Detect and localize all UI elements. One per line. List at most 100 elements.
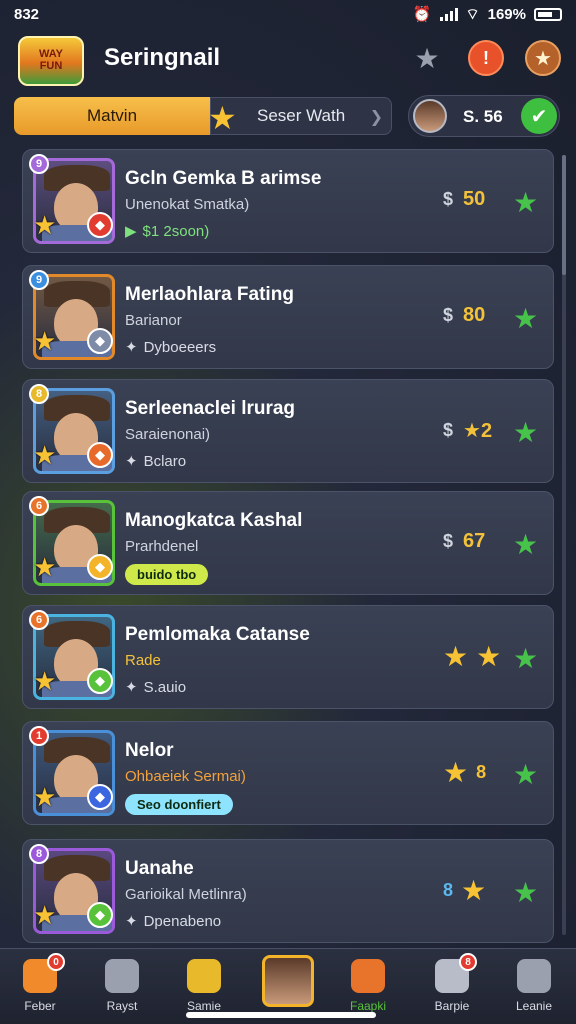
nav-item-feber[interactable]: 0 Feber xyxy=(8,953,72,1013)
favorite-star-icon[interactable]: ★ xyxy=(513,642,538,675)
sparkle-icon: ✦ xyxy=(125,339,138,356)
character-tag: buido tbo xyxy=(125,564,209,585)
status-bar: 832 ⏰ ⌔ 169% xyxy=(0,0,576,28)
currency-panel[interactable]: S. 56 ✔ xyxy=(408,95,560,137)
character-tag: Seo doonfiert xyxy=(125,794,233,815)
character-subtitle: Prarhdenel xyxy=(125,538,199,555)
home-indicator[interactable] xyxy=(186,1012,376,1018)
currency-amount: S. 56 xyxy=(463,107,503,126)
favorite-star-icon[interactable]: ★ xyxy=(513,302,538,335)
signal-icon xyxy=(439,7,458,21)
star-icon: ★ xyxy=(443,757,469,788)
price-currency: $ xyxy=(443,305,454,325)
add-currency-button[interactable]: ✔ xyxy=(521,98,557,134)
alert-icon[interactable]: ! xyxy=(468,40,504,76)
tab-matvin[interactable]: Matvin xyxy=(14,97,210,135)
rating-stars: ★ ★ xyxy=(443,640,501,673)
list-item[interactable]: 6 ★ ◆ Manogkatca Kashal Prarhdenel buido tbo $… xyxy=(22,491,554,595)
tab-star-icon: ★ xyxy=(208,100,237,136)
rating-stars: ★ 8 xyxy=(443,756,486,789)
nav-item-leanie[interactable]: Leanie xyxy=(502,959,566,1013)
favorite-star-icon[interactable]: ★ xyxy=(513,528,538,561)
rank-badge: 9 xyxy=(29,270,49,290)
nav-item-barpie[interactable]: 8 Barpie xyxy=(420,953,484,1013)
list-item[interactable]: 8 ★ ◆ Serleenaclei lrurag Saraienonai) ✦ Bclar… xyxy=(22,379,554,483)
nav-item-rayst[interactable]: Rayst xyxy=(90,959,154,1013)
battery-icon xyxy=(534,7,562,21)
list-item[interactable]: 6 ★ ◆ Pemlomaka Catanse Rade ✦ S.auio ★ ★ ★ xyxy=(22,605,554,709)
character-tag: ✦ S.auio xyxy=(125,678,187,697)
character-name: Uanahe xyxy=(125,858,194,879)
rank-badge: 8 xyxy=(29,844,49,864)
sparkle-icon: ▶ xyxy=(125,223,137,240)
notification-badge: 8 xyxy=(459,953,477,971)
favorite-star-icon[interactable]: ★ xyxy=(513,416,538,449)
home-icon: 0 xyxy=(23,953,65,993)
character-subtitle: Garioikal Metlinra) xyxy=(125,886,247,903)
character-name: Merlaohlara Fating xyxy=(125,284,294,305)
price-currency: $ xyxy=(443,189,454,209)
list-item[interactable]: 1 ★ ◆ Nelor Ohbaeiek Sermai) Seo doonfiert ★ 8 ★ xyxy=(22,721,554,825)
price-currency: $ xyxy=(443,420,454,440)
nav-label: Leanie xyxy=(515,999,553,1013)
tab-seser-wath[interactable]: Seser Wath ❯ xyxy=(210,97,392,135)
scrollbar[interactable] xyxy=(562,155,566,935)
star-badge-icon[interactable]: ★ xyxy=(525,40,561,76)
gem-icon: ◆ xyxy=(87,554,113,580)
battery-percent: 169% xyxy=(487,5,526,23)
character-list[interactable]: 9 ★ ◆ Gcln Gemka B arimse Unenokat Smatka) ▶ $… xyxy=(10,145,566,945)
star-icon: ★ xyxy=(33,326,57,356)
price-value: 67 xyxy=(463,530,486,552)
page-title: Seringnail xyxy=(104,44,221,71)
rank-badge: 1 xyxy=(29,726,49,746)
price-value: 80 xyxy=(463,304,486,326)
tag-text: Bclaro xyxy=(143,452,187,470)
app-logo[interactable]: WAY FUN xyxy=(18,36,84,86)
rank-badge: 6 xyxy=(29,496,49,516)
tag-pill[interactable]: buido tbo xyxy=(125,564,209,585)
favorite-star-icon[interactable]: ★ xyxy=(513,186,538,219)
favorite-star-icon[interactable]: ★ xyxy=(513,758,538,791)
tag-text: S.auio xyxy=(143,678,187,696)
character-name: Serleenaclei lrurag xyxy=(125,398,296,419)
gem-icon: ◆ xyxy=(87,212,113,238)
favorite-star-icon[interactable]: ★ xyxy=(513,876,538,909)
list-item[interactable]: 8 ★ ◆ Uanahe Garioikal Metlinra) ✦ Dpenabeno 8 ★… xyxy=(22,839,554,943)
alarm-icon: ⏰ xyxy=(412,6,432,23)
nav-item-faapki[interactable]: Faapki xyxy=(336,959,400,1013)
price-value: 50 xyxy=(463,188,486,210)
status-time: 832 xyxy=(14,5,40,23)
character-subtitle: Barianor xyxy=(125,312,182,329)
tag-text: Dyboeeers xyxy=(143,338,217,356)
rank-badge: 6 xyxy=(29,610,49,630)
character-tag: ✦ Bclaro xyxy=(125,452,187,471)
list-item[interactable]: 9 ★ ◆ Merlaohlara Fating Barianor ✦ Dyboeeers $… xyxy=(22,265,554,369)
rating-value: 8 xyxy=(443,880,454,900)
character-name: Pemlomaka Catanse xyxy=(125,624,310,645)
star-icon: ★ xyxy=(476,641,502,672)
gem-icon: ◆ xyxy=(87,784,113,810)
star-icon: ★ xyxy=(33,440,57,470)
character-subtitle: Ohbaeiek Sermai) xyxy=(125,768,246,785)
star-icon: ★ xyxy=(33,782,57,812)
nav-label: Rayst xyxy=(106,999,138,1013)
tag-text: $1 2soon) xyxy=(142,222,210,240)
book-icon xyxy=(187,959,221,993)
profile-icon xyxy=(517,959,551,993)
price: $ ★2 xyxy=(443,418,492,443)
character-icon xyxy=(351,959,385,993)
character-name: Gcln Gemka B arimse xyxy=(125,168,322,189)
price: $67 xyxy=(443,530,485,553)
sparkle-icon: ✦ xyxy=(125,453,138,470)
list-item[interactable]: 9 ★ ◆ Gcln Gemka B arimse Unenokat Smatka) ▶ $… xyxy=(22,149,554,253)
nav-label: Barpie xyxy=(434,999,470,1013)
star-icon: ★ xyxy=(443,641,469,672)
nav-center-avatar-button[interactable] xyxy=(262,955,314,1007)
gem-icon: ◆ xyxy=(87,668,113,694)
favorites-star-icon[interactable]: ★ xyxy=(409,40,445,76)
nav-item-samie[interactable]: Samie xyxy=(172,959,236,1013)
price-currency: $ xyxy=(443,531,454,551)
tag-pill[interactable]: Seo doonfiert xyxy=(125,794,233,815)
character-tag: ▶ $1 2soon) xyxy=(125,222,210,241)
avatar[interactable] xyxy=(413,99,447,133)
